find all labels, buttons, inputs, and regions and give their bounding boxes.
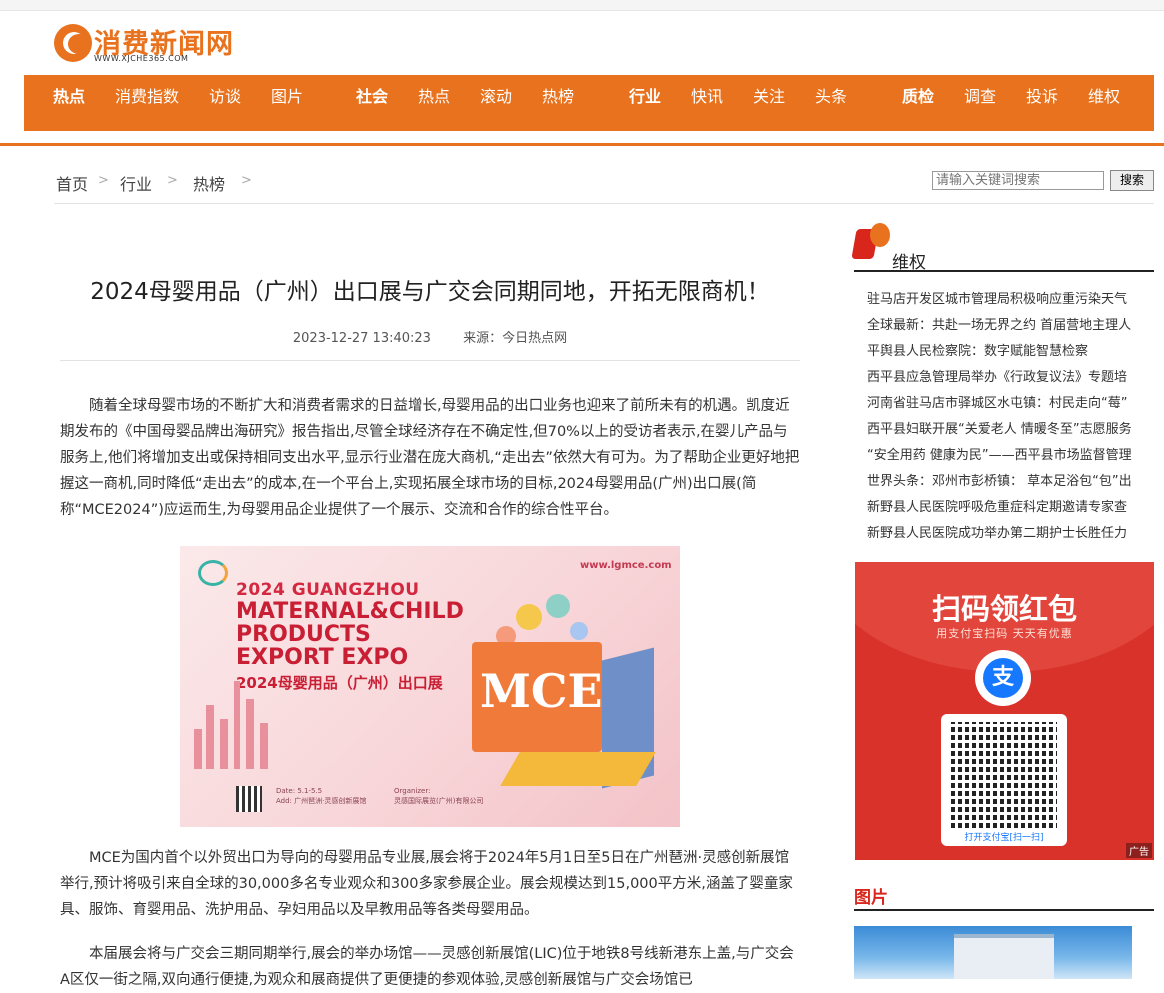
nav-item-scroll[interactable]: 滚动 — [480, 75, 512, 131]
mce-badge: MCE — [480, 664, 603, 718]
sidebar-pictures-rule — [854, 909, 1154, 911]
ad-title: 扫码领红包 — [931, 592, 1077, 626]
expo-date: 5.1-5.5 — [297, 787, 323, 795]
article-paragraph: 随着全球母婴市场的不断扩大和消费者需求的日益增长,母婴用品的出口业务也迎来了前所… — [60, 398, 800, 518]
expo-details: Date: 5.1-5.5 Add: 广州琶洲·灵感创新展馆 — [276, 786, 366, 806]
sidebar-news-list: 驻马店开发区城市管理局积极响应重污染天气 全球最新：共赴一场无界之约 首届营地主… — [867, 289, 1153, 549]
expo-url: www.lgmce.com — [580, 560, 672, 571]
expo-heading-line: EXPORT EXPO — [236, 645, 409, 670]
nav-item-flash[interactable]: 快讯 — [691, 75, 723, 131]
article-image-expo-poster: www.lgmce.com 2024 GUANGZHOU MATERNAL&CH… — [180, 546, 680, 827]
expo-organizer: 灵感国际展览(广州)有限公司 — [394, 797, 484, 805]
sidebar-news-item[interactable]: 新野县人民医院成功举办第二期护士长胜任力 — [867, 523, 1153, 549]
nav-item-pictures[interactable]: 图片 — [271, 75, 303, 131]
skyline-building — [246, 699, 254, 769]
expo-qr-code — [236, 786, 262, 812]
sidebar-news-item[interactable]: 新野县人民医院呼吸危重症科定期邀请专家查 — [867, 497, 1153, 523]
expo-logo-icon — [198, 560, 228, 586]
nav-item-interview[interactable]: 访谈 — [209, 75, 241, 131]
sidebar-news-item[interactable]: 西平县应急管理局举办《行政复议法》专题培 — [867, 367, 1153, 393]
main-nav: 热点 消费指数 访谈 图片 社会 热点 滚动 热榜 行业 快讯 关注 头条 质检… — [24, 75, 1154, 131]
expo-heading-city: 2024 GUANGZHOU — [236, 580, 420, 600]
search-button[interactable]: 搜索 — [1110, 170, 1154, 191]
search-input[interactable] — [932, 171, 1104, 190]
nav-item-industry[interactable]: 行业 — [629, 75, 661, 131]
ad-qr-code — [951, 722, 1057, 828]
sidebar-news-item[interactable]: 驻马店开发区城市管理局积极响应重污染天气 — [867, 289, 1153, 315]
skyline-building — [206, 705, 214, 769]
breadcrumb-separator: > — [241, 173, 252, 188]
nav-item-headline[interactable]: 头条 — [815, 75, 847, 131]
alipay-red-packet-ad[interactable]: 扫码领红包 用支付宝扫码 天天有优惠 支 打开支付宝[扫一扫] 广告 — [855, 562, 1154, 860]
expo-organizer-block: Organizer: 灵感国际展览(广州)有限公司 — [394, 786, 483, 806]
site-logo[interactable]: 消费新闻网 WWW.XJCHE365.COM — [54, 22, 254, 70]
sidebar-news-item[interactable]: 世界头条：邓州市彭桥镇： 草本足浴包“包”出 — [867, 471, 1153, 497]
mce-cube-base — [500, 752, 656, 786]
expo-address: 广州琶洲·灵感创新展馆 — [294, 797, 367, 805]
sidebar-news-item[interactable]: 西平县妇联开展“关爱老人 情暖冬至”志愿服务 — [867, 419, 1153, 445]
thumbnail-building — [954, 934, 1054, 979]
ad-qr-caption: 打开支付宝[扫一扫] — [964, 833, 1044, 843]
ad-badge: 广告 — [1126, 843, 1152, 858]
nav-item-hotlist[interactable]: 热榜 — [542, 75, 574, 131]
expo-organizer-label: Organizer: — [394, 787, 431, 795]
sidebar-picture-thumbnail[interactable] — [854, 926, 1132, 979]
browser-top-strip — [0, 0, 1164, 11]
article-paragraph: MCE为国内首个以外贸出口为导向的母婴用品专业展,展会将于2024年5月1日至5… — [60, 850, 793, 918]
expo-date-label: Date: — [276, 787, 296, 795]
expo-heading-chinese: 2024母婴用品（广州）出口展 — [236, 674, 443, 692]
logo-mark-icon — [54, 24, 92, 62]
sidebar-pictures-title: 图片 — [854, 888, 888, 908]
skyline-building — [260, 723, 268, 769]
bubble-icon — [516, 604, 542, 630]
alipay-icon: 支 — [983, 658, 1023, 698]
sidebar-news-item[interactable]: 全球最新：共赴一场无界之约 首届营地主理人 — [867, 315, 1153, 341]
nav-item-quality[interactable]: 质检 — [902, 75, 934, 131]
section-365-logo-icon — [851, 223, 894, 265]
nav-item-consumer-index[interactable]: 消费指数 — [115, 75, 179, 131]
expo-heading-line: MATERNAL&CHILD — [236, 599, 464, 624]
expo-heading-main: MATERNAL&CHILD PRODUCTS EXPORT EXPO — [236, 600, 496, 669]
breadcrumb-hotlist[interactable]: 热榜 — [193, 171, 225, 195]
expo-heading-line: PRODUCTS — [236, 622, 371, 647]
breadcrumb-divider — [54, 203, 1154, 204]
expo-address-label: Add: — [276, 797, 292, 805]
ad-subtitle: 用支付宝扫码 天天有优惠 — [936, 627, 1073, 640]
article-title: 2024母婴用品（广州）出口展与广交会同期同地，开拓无限商机！ — [90, 279, 770, 305]
article-source: 来源：今日热点网 — [463, 331, 568, 346]
article-datetime: 2023-12-27 13:40:23 — [292, 331, 431, 346]
nav-item-survey[interactable]: 调查 — [964, 75, 996, 131]
article-meta: 2023-12-27 13:40:23 来源：今日热点网 — [60, 327, 800, 346]
breadcrumb-separator: > — [98, 173, 109, 188]
nav-item-hot[interactable]: 热点 — [53, 75, 85, 131]
breadcrumb-industry[interactable]: 行业 — [120, 171, 152, 195]
logo-url: WWW.XJCHE365.COM — [94, 54, 189, 63]
sidebar-news-item[interactable]: 平舆县人民检察院：数字赋能智慧检察 — [867, 341, 1153, 367]
breadcrumb-home[interactable]: 首页 — [56, 171, 88, 195]
breadcrumb-separator: > — [167, 173, 178, 188]
bubble-icon — [570, 622, 588, 640]
nav-item-complaint[interactable]: 投诉 — [1026, 75, 1058, 131]
skyline-building — [194, 729, 202, 769]
title-divider — [60, 360, 800, 361]
skyline-building — [220, 719, 228, 769]
sidebar-section-rule — [854, 270, 1154, 272]
nav-item-society-hot[interactable]: 热点 — [418, 75, 450, 131]
skyline-tower — [234, 681, 240, 769]
sidebar-news-item[interactable]: “安全用药 健康为民”——西平县市场监督管理 — [867, 445, 1153, 471]
nav-item-rights[interactable]: 维权 — [1088, 75, 1120, 131]
bubble-icon — [546, 594, 570, 618]
nav-item-society[interactable]: 社会 — [356, 75, 388, 131]
nav-underline — [0, 143, 1164, 146]
article-paragraph: 本届展会将与广交会三期同期举行,展会的举办场馆——灵感创新展馆(LIC)位于地铁… — [60, 946, 794, 988]
nav-item-focus[interactable]: 关注 — [753, 75, 785, 131]
sidebar-news-item[interactable]: 河南省驻马店市驿城区水屯镇：村民走向“莓” — [867, 393, 1153, 419]
